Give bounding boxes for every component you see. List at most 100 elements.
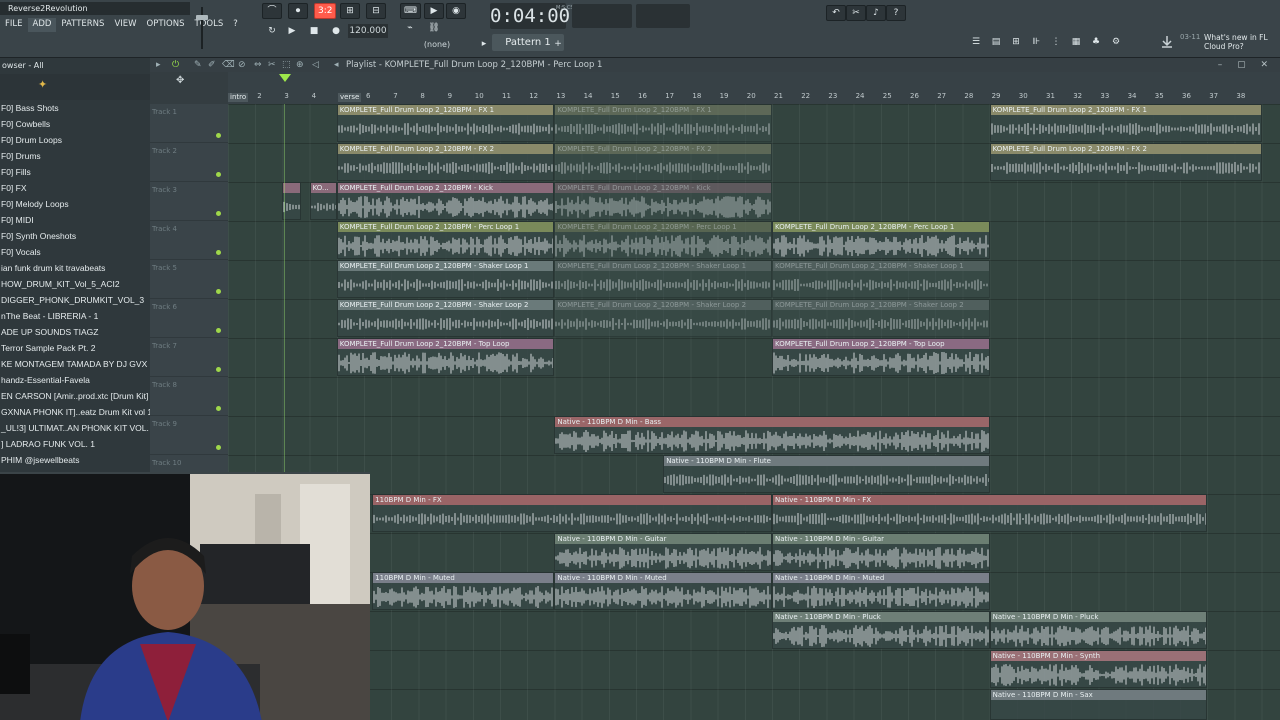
pattern-song-toggle[interactable]: 3:2 bbox=[314, 3, 337, 19]
snap-magnet-icon[interactable]: ⌁ bbox=[400, 20, 420, 36]
playlist-clip[interactable]: KOMPLETE_Full Drum Loop 2_120BPM - Perc … bbox=[554, 221, 772, 259]
countdown-icon[interactable]: ⊟ bbox=[366, 3, 386, 19]
playlist-clip[interactable]: KOMPLETE_Full Drum Loop 2_120BPM - Shake… bbox=[772, 299, 990, 337]
track-mute-led[interactable] bbox=[216, 133, 221, 138]
menu-options[interactable]: OPTIONS bbox=[142, 18, 190, 32]
track-header[interactable]: Track 6 bbox=[150, 299, 228, 338]
track-header[interactable]: Track 4 bbox=[150, 221, 228, 260]
playhead-marker[interactable] bbox=[279, 74, 291, 82]
playlist-clip[interactable]: KOMPLETE_Full Drum Loop 2_120BPM - Perc … bbox=[336, 221, 555, 259]
arrangement-marker[interactable]: verse bbox=[338, 93, 362, 102]
undo-icon[interactable]: ↶ bbox=[826, 5, 846, 21]
track-mute-led[interactable] bbox=[216, 367, 221, 372]
browser-folder-item[interactable]: DIGGER_PHONK_DRUMKIT_VOL_3 bbox=[0, 292, 150, 308]
playlist-clip[interactable]: 110BPM D Min - Muted bbox=[372, 572, 555, 610]
playlist-clip[interactable]: KOMPLETE_Full Drum Loop 2_120BPM - Top L… bbox=[336, 338, 555, 376]
mute-tool-icon[interactable]: ⊘ bbox=[238, 58, 246, 72]
playlist-clip[interactable]: KOMPLETE_Full Drum Loop 2_120BPM - Top L… bbox=[772, 338, 990, 376]
track-header[interactable]: Track 5 bbox=[150, 260, 228, 299]
loop-icon[interactable]: ↻ bbox=[262, 23, 282, 39]
track-header[interactable]: Track 9 bbox=[150, 416, 228, 455]
playlist-arrow-icon[interactable]: ▸ bbox=[156, 58, 161, 72]
playlist-clip[interactable]: KOMPLETE_Full Drum Loop 2_120BPM - Perc … bbox=[772, 221, 990, 259]
playlist-clip[interactable]: Native - 110BPM D Min - Muted bbox=[772, 572, 990, 610]
select-tool-icon[interactable]: ⬚ bbox=[282, 58, 291, 72]
playlist-clip[interactable]: KOMPLETE_Full Drum Loop 2_120BPM - Shake… bbox=[336, 260, 555, 298]
time-ruler[interactable]: 1234567891011121314151617181920212223242… bbox=[228, 72, 1280, 104]
link-icon[interactable]: ⛓ bbox=[424, 20, 444, 36]
browser-add-icon[interactable]: ✦ bbox=[38, 78, 47, 91]
track-mute-led[interactable] bbox=[216, 289, 221, 294]
playlist-clip[interactable]: KOMPLETE_Full Drum Loop 2_120BPM - Shake… bbox=[554, 299, 772, 337]
stop-icon[interactable]: ■ bbox=[304, 23, 324, 39]
play-icon[interactable]: ▶ bbox=[282, 23, 302, 39]
track-header[interactable]: Track 7 bbox=[150, 338, 228, 377]
browser-folder-item[interactable]: nThe Beat - LIBRERIA - 1 bbox=[0, 308, 150, 324]
menu-file[interactable]: FILE bbox=[0, 18, 28, 32]
zoom-tool-icon[interactable]: ⊕ bbox=[296, 58, 304, 72]
browser-folder-item[interactable]: F0] MIDI bbox=[0, 212, 150, 228]
news-panel[interactable]: 03-11 What's new in FL Cloud Pro? bbox=[1160, 32, 1280, 54]
track-mute-led[interactable] bbox=[216, 328, 221, 333]
blend-notes-icon[interactable]: ◉ bbox=[446, 3, 466, 19]
playlist-clip[interactable]: KO... bbox=[309, 182, 337, 220]
slice-tool-icon[interactable]: ✂ bbox=[268, 58, 276, 72]
playlist-clip[interactable]: Native - 110BPM D Min - Muted bbox=[554, 572, 772, 610]
browser-folder-item[interactable]: F0] Vocals bbox=[0, 244, 150, 260]
cut-icon[interactable]: ✂ bbox=[846, 5, 866, 21]
playlist-clip[interactable]: 110BPM D Min - FX bbox=[372, 494, 772, 532]
draw-tool-icon[interactable]: ✎ bbox=[194, 58, 202, 72]
arrangement-marker[interactable]: intro bbox=[228, 93, 249, 102]
playlist-clip[interactable]: KOMPLETE_Full Drum Loop 2_120BPM - Shake… bbox=[772, 260, 990, 298]
track-mute-led[interactable] bbox=[216, 406, 221, 411]
mixer-icon[interactable]: ⊪ bbox=[1026, 34, 1046, 50]
browser-folder-item[interactable]: F0] Synth Oneshots bbox=[0, 228, 150, 244]
tools-icon[interactable]: ⚙ bbox=[1106, 34, 1126, 50]
typing-keyboard-icon[interactable]: ⌨ bbox=[400, 3, 421, 19]
playlist-clip[interactable]: Native - 110BPM D Min - Guitar bbox=[772, 533, 990, 571]
playlist-clip[interactable]: Native - 110BPM D Min - Guitar bbox=[554, 533, 772, 571]
browser-folder-item[interactable]: F0] FX bbox=[0, 180, 150, 196]
tempo-display[interactable]: 120.000 bbox=[348, 24, 388, 38]
help-icon[interactable]: ? bbox=[886, 5, 906, 21]
browser-folder-item[interactable]: F0] Drums bbox=[0, 148, 150, 164]
track-header[interactable]: Track 1 bbox=[150, 104, 228, 143]
menu-patterns[interactable]: PATTERNS bbox=[56, 18, 109, 32]
playlist-clip[interactable]: Native - 110BPM D Min - Sax bbox=[989, 689, 1208, 720]
song-time-display[interactable]: 0:04:00 bbox=[490, 3, 570, 29]
track-mute-led[interactable] bbox=[216, 211, 221, 216]
track-header[interactable]: Track 3 bbox=[150, 182, 228, 221]
playlist-clip[interactable]: Native - 110BPM D Min - Flute bbox=[663, 455, 990, 493]
slip-tool-icon[interactable]: ⇔ bbox=[254, 58, 262, 72]
browser-folder-item[interactable]: F0] Melody Loops bbox=[0, 196, 150, 212]
record-mode-icon[interactable]: ⏺ bbox=[288, 3, 308, 19]
channel-rack-icon[interactable]: ⊞ bbox=[1006, 34, 1026, 50]
browser-folder-item[interactable]: F0] Drum Loops bbox=[0, 132, 150, 148]
menu-view[interactable]: VIEW bbox=[109, 18, 141, 32]
playlist-clip[interactable]: KOMPLETE_Full Drum Loop 2_120BPM - Shake… bbox=[336, 299, 555, 337]
menu-help[interactable]: ? bbox=[228, 18, 243, 32]
playlist-clip[interactable]: KOMPLETE_Full Drum Loop 2_120BPM - Shake… bbox=[554, 260, 772, 298]
browser-folder-item[interactable]: HOW_DRUM_KIT_Vol_5_ACI2 bbox=[0, 276, 150, 292]
window-controls[interactable]: – ▢ ✕ bbox=[1218, 58, 1274, 72]
playlist-clip[interactable]: KOMPLETE_Full Drum Loop 2_120BPM - FX 2 bbox=[554, 143, 772, 181]
playlist-clip[interactable]: Native - 110BPM D Min - Bass bbox=[554, 416, 990, 454]
playlist-clip[interactable]: KOMPLETE_Full Drum Loop 2_120BPM - FX 1 bbox=[336, 104, 555, 142]
track-mute-led[interactable] bbox=[216, 172, 221, 177]
playlist-clip[interactable]: Native - 110BPM D Min - Pluck bbox=[772, 611, 990, 649]
record-icon[interactable]: ● bbox=[326, 23, 346, 39]
pan-icon[interactable]: ✥ bbox=[176, 75, 184, 86]
delete-tool-icon[interactable]: ⌫ bbox=[222, 58, 235, 72]
track-mute-led[interactable] bbox=[216, 445, 221, 450]
snap-select[interactable]: (none) bbox=[420, 40, 454, 52]
playlist-clip[interactable]: Native - 110BPM D Min - FX bbox=[772, 494, 1208, 532]
track-header[interactable]: Track 2 bbox=[150, 143, 228, 182]
browser-folder-item[interactable]: EN CARSON [Amir..prod.xtc [Drum Kit] bbox=[0, 388, 150, 404]
playlist-clip[interactable]: KOMPLETE_Full Drum Loop 2_120BPM - FX 1 bbox=[554, 104, 772, 142]
track-header[interactable]: Track 8 bbox=[150, 377, 228, 416]
playlist-clip[interactable]: Native - 110BPM D Min - Pluck bbox=[989, 611, 1208, 649]
browser-folder-item[interactable]: PHIM @jsewellbeats bbox=[0, 452, 150, 468]
pattern-prev-icon[interactable]: ▸ bbox=[474, 36, 494, 52]
browser-folder-item[interactable]: F0] Fills bbox=[0, 164, 150, 180]
snap-icon[interactable]: ⏻ bbox=[172, 58, 179, 72]
